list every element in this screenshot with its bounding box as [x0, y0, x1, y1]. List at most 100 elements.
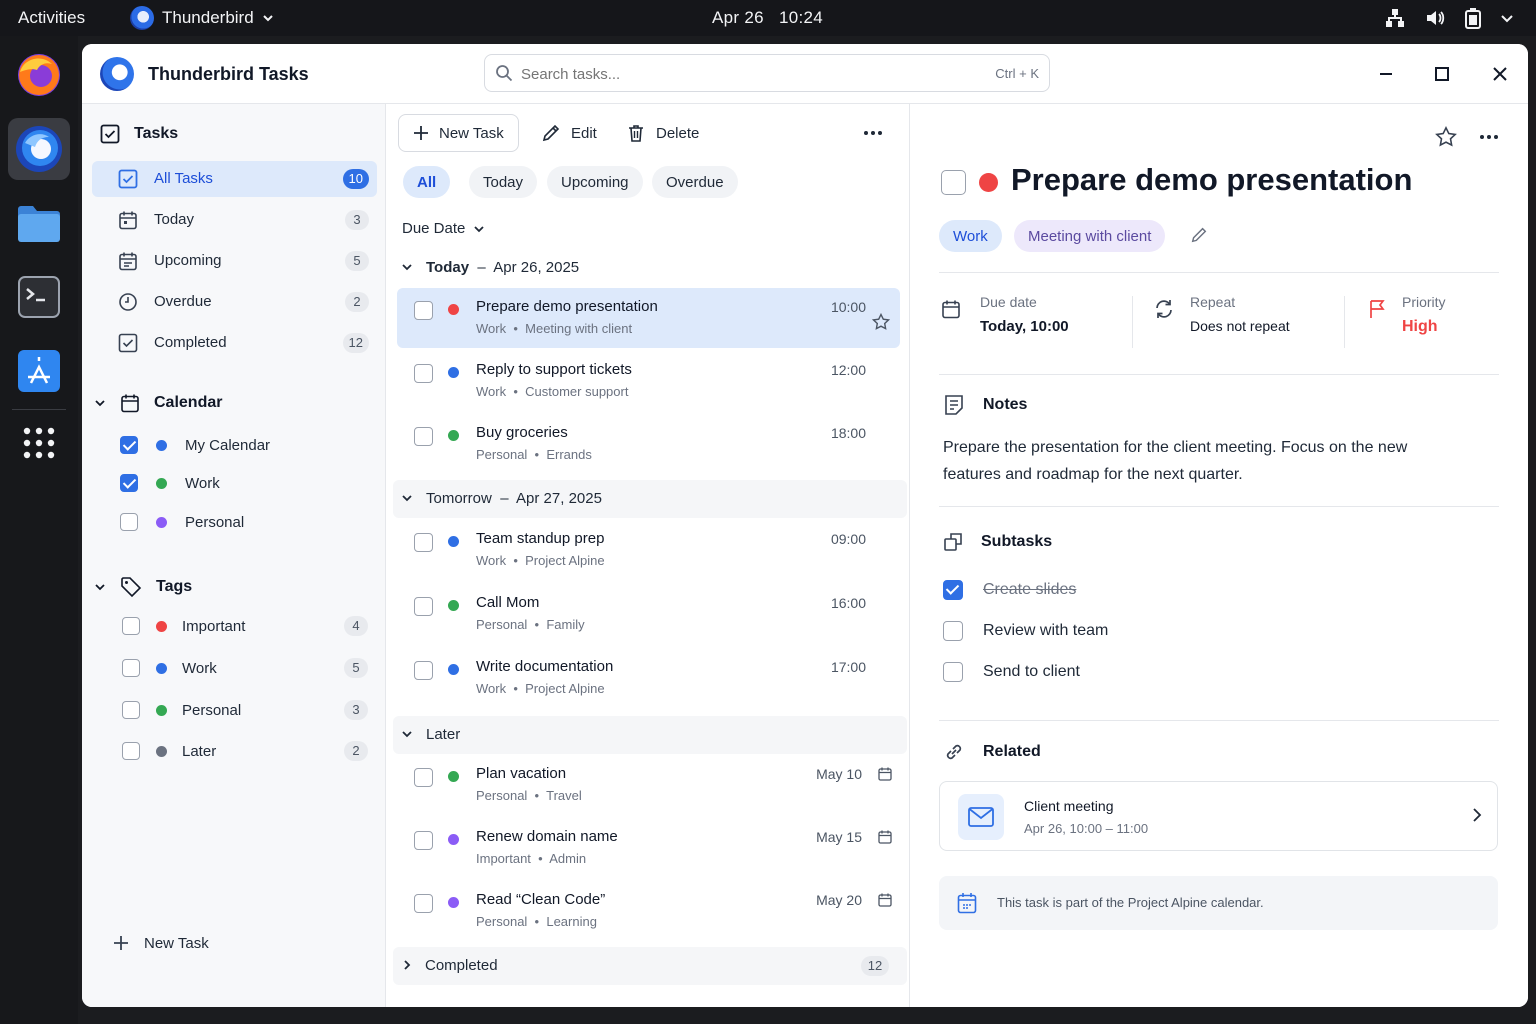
subtask-item[interactable]: Review with team	[943, 618, 1108, 644]
task-checkbox[interactable]	[414, 427, 433, 446]
task-checkbox[interactable]	[414, 768, 433, 787]
due-date-field[interactable]: Due date Today, 10:00	[980, 294, 1069, 335]
task-row[interactable]: Renew domain name Important • Admin May …	[397, 818, 900, 878]
dock-app-store[interactable]	[8, 340, 70, 402]
tag-checkbox[interactable]	[122, 701, 140, 719]
system-tray[interactable]	[1384, 7, 1514, 29]
sidebar-item-upcoming[interactable]: Upcoming 5	[92, 243, 377, 279]
task-row[interactable]: Read “Clean Code” Personal • Learning Ma…	[397, 881, 900, 941]
more-horizontal-icon[interactable]	[1479, 134, 1499, 140]
group-header-completed[interactable]: Completed 12	[393, 947, 907, 985]
pencil-icon[interactable]	[1190, 226, 1208, 244]
subtask-checkbox[interactable]	[943, 662, 963, 682]
maximize-button[interactable]	[1430, 62, 1454, 86]
task-row[interactable]: Reply to support tickets Work • Customer…	[397, 351, 900, 411]
more-options-button[interactable]	[863, 114, 883, 152]
new-task-button[interactable]: New Task	[398, 114, 519, 152]
task-row[interactable]: Plan vacation Personal • Travel May 10	[397, 755, 900, 815]
star-icon[interactable]	[872, 313, 890, 331]
dock-thunderbird[interactable]	[8, 118, 70, 180]
subtask-checkbox[interactable]	[943, 621, 963, 641]
star-icon[interactable]	[1435, 126, 1457, 148]
subtask-label: Create slides	[983, 581, 1077, 598]
subtask-item[interactable]: Send to client	[943, 659, 1080, 685]
group-header-today[interactable]: Today – Apr 26, 2025	[387, 249, 907, 287]
top-bar: Activities Thunderbird Apr 26 10:24	[0, 0, 1536, 36]
notes-text[interactable]: Prepare the presentation for the client …	[943, 434, 1463, 488]
task-checkbox[interactable]	[414, 301, 433, 320]
dock-app-grid[interactable]	[8, 412, 70, 474]
minimize-button[interactable]	[1374, 62, 1398, 86]
group-header-tomorrow[interactable]: Tomorrow – Apr 27, 2025	[393, 480, 907, 518]
tasks-heading: Tasks	[100, 124, 178, 144]
task-checkbox[interactable]	[414, 831, 433, 850]
dock-firefox[interactable]	[8, 44, 70, 106]
subtask-checkbox[interactable]	[943, 580, 963, 600]
filter-today[interactable]: Today	[469, 166, 538, 198]
task-color-dot	[448, 536, 459, 547]
notes-icon	[945, 395, 963, 415]
tags-section-toggle[interactable]: Tags	[94, 576, 192, 598]
tag-item-important[interactable]: Important 4	[122, 612, 368, 640]
sidebar-item-label: Today	[154, 211, 195, 228]
task-row[interactable]: Team standup prep Work • Project Alpine …	[397, 520, 900, 580]
group-header-later[interactable]: Later	[393, 716, 907, 754]
chevron-down-icon[interactable]	[1500, 11, 1514, 25]
complete-task-checkbox[interactable]	[941, 170, 966, 195]
calendar-checkbox[interactable]	[120, 436, 138, 454]
battery-icon[interactable]	[1464, 7, 1482, 29]
calendar-label: Personal	[185, 513, 245, 531]
task-checkbox[interactable]	[414, 533, 433, 552]
calendar-checkbox[interactable]	[120, 474, 138, 492]
task-checkbox[interactable]	[414, 597, 433, 616]
count-badge: 3	[345, 210, 369, 230]
task-title: Read “Clean Code”	[476, 891, 606, 908]
sidebar-item-completed[interactable]: Completed 12	[92, 325, 377, 361]
task-checkbox[interactable]	[414, 364, 433, 383]
delete-button[interactable]: Delete	[626, 114, 699, 152]
tag-item-personal[interactable]: Personal 3	[122, 696, 368, 724]
calendar-item-personal[interactable]: Personal	[120, 508, 244, 536]
dock-files[interactable]	[8, 192, 70, 254]
filter-overdue[interactable]: Overdue	[652, 166, 738, 198]
volume-icon[interactable]	[1424, 7, 1446, 29]
tag-pill[interactable]: Work	[939, 220, 1002, 252]
subtask-item[interactable]: Create slides	[943, 577, 1076, 603]
sidebar-item-all-tasks[interactable]: All Tasks 10	[92, 161, 377, 197]
calendar-item-my-calendar[interactable]: My Calendar	[120, 431, 270, 459]
task-checkbox[interactable]	[414, 894, 433, 913]
calendar-checkbox[interactable]	[120, 513, 138, 531]
calendar-section-toggle[interactable]: Calendar	[94, 393, 222, 413]
activities-button[interactable]: Activities	[18, 8, 85, 28]
search-input[interactable]	[521, 63, 941, 85]
sidebar-item-overdue[interactable]: Overdue 2	[92, 284, 377, 320]
search-box[interactable]: Ctrl + K	[484, 54, 1050, 92]
sidebar-new-task-button[interactable]: New Task	[112, 934, 209, 952]
dock-terminal[interactable]	[8, 266, 70, 328]
task-row[interactable]: Prepare demo presentation Work • Meeting…	[397, 288, 900, 348]
network-icon[interactable]	[1384, 7, 1406, 29]
edit-button[interactable]: Edit	[541, 114, 597, 152]
task-row[interactable]: Write documentation Work • Project Alpin…	[397, 648, 900, 708]
task-row[interactable]: Buy groceries Personal • Errands 18:00	[397, 414, 900, 474]
priority-field[interactable]: Priority High	[1402, 294, 1446, 336]
task-checkbox[interactable]	[414, 661, 433, 680]
task-row[interactable]: Call Mom Personal • Family 16:00	[397, 584, 900, 644]
tag-checkbox[interactable]	[122, 659, 140, 677]
related-event-card[interactable]: Client meeting Apr 26, 10:00 – 11:00	[939, 781, 1498, 851]
tag-item-work[interactable]: Work 5	[122, 654, 368, 682]
tag-pill[interactable]: Meeting with client	[1014, 220, 1166, 252]
tag-checkbox[interactable]	[122, 742, 140, 760]
clock[interactable]: Apr 26 10:24	[712, 8, 823, 28]
tag-checkbox[interactable]	[122, 617, 140, 635]
filter-all[interactable]: All	[403, 166, 451, 198]
divider	[939, 720, 1499, 721]
tag-item-later[interactable]: Later 2	[122, 737, 368, 765]
sort-dropdown[interactable]: Due Date	[402, 220, 485, 237]
repeat-field[interactable]: Repeat Does not repeat	[1190, 294, 1290, 334]
close-button[interactable]	[1488, 62, 1512, 86]
app-menu[interactable]: Thunderbird	[130, 6, 274, 30]
filter-upcoming[interactable]: Upcoming	[547, 166, 643, 198]
sidebar-item-today[interactable]: Today 3	[92, 202, 377, 238]
calendar-item-work[interactable]: Work	[120, 469, 220, 497]
